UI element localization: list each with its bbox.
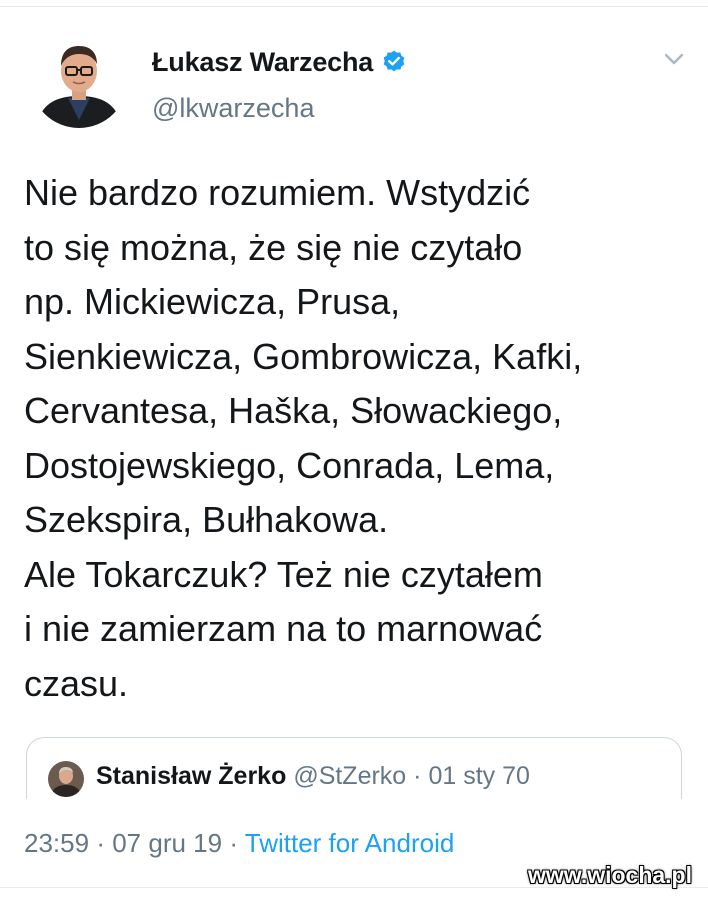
verified-badge-icon (381, 49, 407, 75)
tweet-text-line: Nie bardzo rozumiem. Wstydzić (24, 172, 531, 213)
profile-photo-icon (30, 30, 128, 128)
meta-separator: · (96, 828, 105, 858)
author-handle[interactable]: @lkwarzecha (152, 93, 314, 124)
quoted-author-avatar[interactable] (48, 761, 84, 797)
author-avatar[interactable] (30, 30, 128, 128)
tweet-text-line: czasu. (24, 662, 129, 704)
top-divider (0, 0, 708, 7)
author-name-row[interactable]: Łukasz Warzecha (152, 44, 407, 80)
tweet-meta: 23:59 · 07 gru 19 · Twitter for Android (24, 828, 454, 859)
tweet-source-link[interactable]: Twitter for Android (245, 828, 455, 858)
tweet-text-line: Cervantesa, Haška, Słowackiego, (24, 390, 563, 431)
watermark: www.wiocha.pl (528, 862, 692, 888)
tweet-text-line: Dostojewskiego, Conrada, Lema, (24, 444, 555, 486)
tweet-text: Nie bardzo rozumiem. Wstydzić to się moż… (24, 166, 694, 711)
quoted-author-name[interactable]: Stanisław Żerko (96, 762, 286, 790)
tweet-date: 07 gru 19 (112, 828, 223, 858)
tweet-text-line: Szekspira, Bułhakowa. (24, 499, 389, 540)
quoted-tweet-header: Stanisław Żerko @StZerko · 01 sty 70 (96, 762, 530, 791)
profile-photo-icon (48, 761, 84, 797)
quoted-tweet-card[interactable]: Stanisław Żerko @StZerko · 01 sty 70 (26, 737, 682, 799)
quoted-separator: · (413, 762, 422, 790)
chevron-down-icon[interactable] (662, 50, 686, 68)
quoted-date: 01 sty 70 (428, 762, 530, 790)
tweet-text-line: Ale Tokarczuk? Też nie czytałem (24, 553, 543, 595)
tweet-text-line: Sienkiewicza, Gombrowicza, Kafki, (24, 335, 583, 377)
tweet-time: 23:59 (24, 828, 90, 858)
author-name[interactable]: Łukasz Warzecha (152, 47, 373, 78)
tweet-text-line: i nie zamierzam na to marnować (24, 608, 543, 649)
meta-separator: · (229, 828, 238, 858)
tweet-text-line: np. Mickiewicza, Prusa, (24, 281, 401, 322)
tweet-text-line: to się można, że się nie czytało (24, 226, 523, 268)
quoted-author-handle[interactable]: @StZerko (293, 762, 406, 790)
